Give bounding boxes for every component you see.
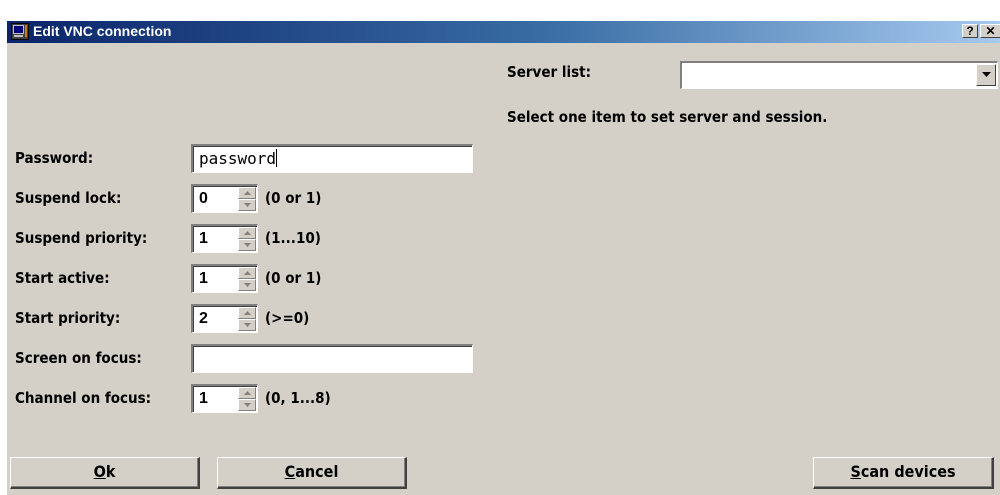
start-priority-range: (>=0)	[265, 309, 310, 327]
start-priority-spinbox[interactable]: 2	[191, 304, 258, 333]
suspend-lock-down-button[interactable]	[238, 199, 256, 211]
start-active-value: 1	[199, 270, 208, 287]
screen-on-focus-label: Screen on focus:	[15, 349, 142, 367]
server-list-label: Server list:	[507, 63, 591, 81]
monitor-icon	[11, 23, 29, 40]
screen-on-focus-field[interactable]	[191, 344, 473, 373]
start-active-label: Start active:	[15, 269, 110, 287]
spin-down-icon	[244, 323, 251, 327]
spin-up-icon	[244, 271, 251, 275]
scan-devices-button[interactable]: Scan devices	[813, 457, 994, 489]
password-value: password	[199, 149, 277, 168]
edit-vnc-dialog: Edit VNC connection ? ✕ Server list: Sel…	[7, 21, 1000, 495]
channel-on-focus-down-button[interactable]	[238, 399, 256, 411]
spin-down-icon	[244, 243, 251, 247]
suspend-lock-value: 0	[199, 190, 208, 207]
suspend-lock-up-button[interactable]	[238, 187, 256, 199]
spin-up-icon	[244, 191, 251, 195]
start-active-spinbox[interactable]: 1	[191, 264, 258, 293]
help-button[interactable]: ?	[962, 24, 978, 38]
start-priority-spin-buttons[interactable]	[238, 307, 256, 331]
suspend-lock-spin-buttons[interactable]	[238, 187, 256, 211]
cancel-label-rest: ancel	[295, 462, 339, 481]
server-list-hint: Select one item to set server and sessio…	[507, 108, 828, 126]
cancel-mnemonic: C	[284, 462, 296, 481]
channel-on-focus-spin-buttons[interactable]	[238, 387, 256, 411]
cancel-button[interactable]: Cancel	[217, 457, 407, 489]
ok-button[interactable]: Ok	[10, 457, 200, 489]
suspend-lock-spinbox[interactable]: 0	[191, 184, 258, 213]
channel-on-focus-spinbox[interactable]: 1	[191, 384, 258, 413]
suspend-priority-value: 1	[199, 230, 208, 247]
start-active-down-button[interactable]	[238, 279, 256, 291]
start-active-spin-buttons[interactable]	[238, 267, 256, 291]
spin-down-icon	[244, 283, 251, 287]
suspend-priority-label: Suspend priority:	[15, 229, 148, 247]
channel-on-focus-label: Channel on focus:	[15, 389, 152, 407]
suspend-lock-range: (0 or 1)	[265, 189, 322, 207]
spin-down-icon	[244, 203, 251, 207]
suspend-priority-up-button[interactable]	[238, 227, 256, 239]
channel-on-focus-up-button[interactable]	[238, 387, 256, 399]
scan-mnemonic: S	[850, 462, 861, 481]
start-priority-value: 2	[199, 310, 208, 327]
start-priority-down-button[interactable]	[238, 319, 256, 331]
window-title: Edit VNC connection	[33, 23, 172, 39]
spin-down-icon	[244, 403, 251, 407]
close-button[interactable]: ✕	[980, 24, 1000, 38]
start-priority-up-button[interactable]	[238, 307, 256, 319]
spin-up-icon	[244, 391, 251, 395]
password-label: Password:	[15, 149, 94, 167]
start-active-range: (0 or 1)	[265, 269, 322, 287]
spin-up-icon	[244, 231, 251, 235]
start-active-up-button[interactable]	[238, 267, 256, 279]
text-caret	[276, 149, 278, 167]
title-bar[interactable]: Edit VNC connection ? ✕	[7, 21, 1000, 43]
ok-mnemonic: O	[93, 462, 106, 481]
spin-up-icon	[244, 311, 251, 315]
start-priority-label: Start priority:	[15, 309, 121, 327]
password-field[interactable]: password	[191, 144, 473, 173]
suspend-priority-spinbox[interactable]: 1	[191, 224, 258, 253]
channel-on-focus-range: (0, 1...8)	[265, 389, 331, 407]
channel-on-focus-value: 1	[199, 390, 208, 407]
suspend-priority-range: (1...10)	[265, 229, 321, 247]
suspend-priority-down-button[interactable]	[238, 239, 256, 251]
ok-label-rest: k	[105, 462, 116, 481]
suspend-priority-spin-buttons[interactable]	[238, 227, 256, 251]
scan-label-rest: can devices	[860, 462, 956, 481]
server-list-dropdown[interactable]	[680, 61, 998, 89]
suspend-lock-label: Suspend lock:	[15, 189, 122, 207]
chevron-down-icon	[982, 72, 991, 77]
server-list-dropdown-button[interactable]	[976, 64, 996, 86]
